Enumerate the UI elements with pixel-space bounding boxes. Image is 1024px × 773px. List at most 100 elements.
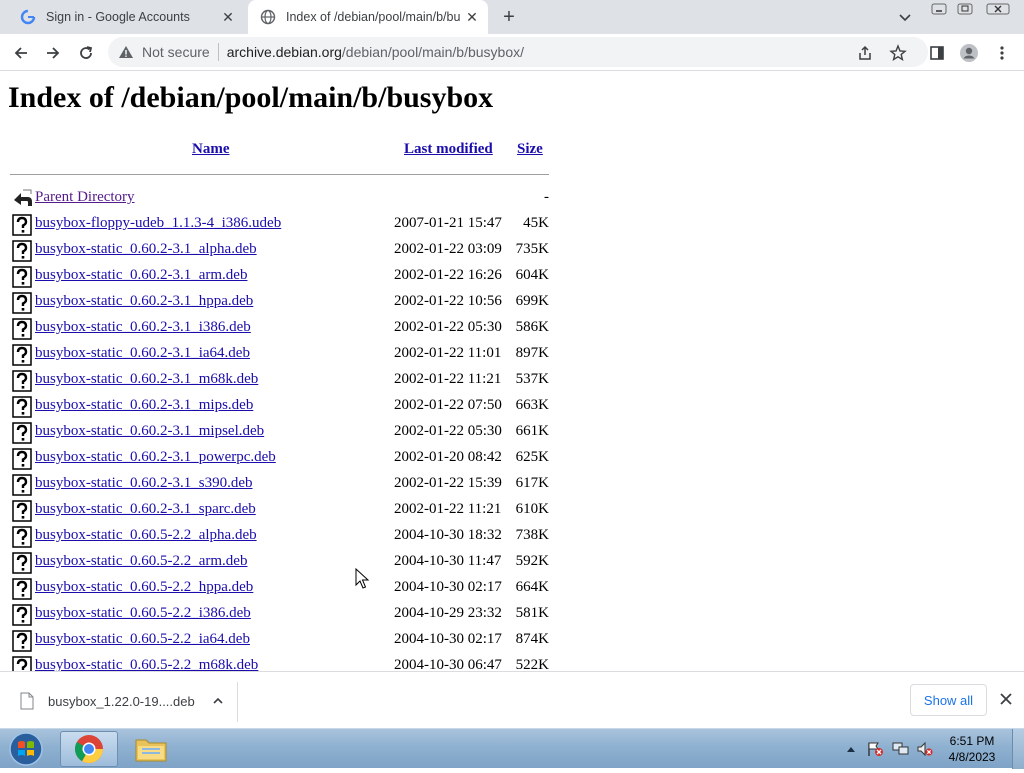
google-g-icon bbox=[20, 9, 36, 25]
restore-icon[interactable] bbox=[954, 0, 976, 18]
file-link[interactable]: busybox-floppy-udeb_1.1.3-4_i386.udeb bbox=[35, 215, 281, 232]
file-link[interactable]: busybox-static_0.60.2-3.1_arm.deb bbox=[35, 267, 247, 284]
address-bar[interactable]: Not secure archive.debian.org/debian/poo… bbox=[108, 37, 928, 67]
size-value: 738K bbox=[515, 527, 549, 543]
divider bbox=[217, 43, 219, 61]
file-link[interactable]: busybox-static_0.60.5-2.2_alpha.deb bbox=[35, 527, 257, 544]
last-modified-value: 2004-10-30 02:17 bbox=[394, 579, 502, 595]
system-clock[interactable]: 6:51 PM 4/8/2023 bbox=[940, 733, 1004, 765]
size-value: 874K bbox=[515, 631, 549, 647]
file-link[interactable]: busybox-static_0.60.5-2.2_i386.deb bbox=[35, 605, 251, 622]
file-icon bbox=[20, 692, 34, 710]
table-row: busybox-static_0.60.5-2.2_hppa.deb 2004-1… bbox=[10, 576, 550, 602]
file-link[interactable]: busybox-static_0.60.5-2.2_ia64.deb bbox=[35, 631, 250, 648]
header-divider bbox=[10, 174, 549, 175]
side-panel-icon[interactable] bbox=[924, 40, 950, 66]
unknown-file-icon bbox=[12, 630, 32, 652]
close-tab-icon[interactable]: ✕ bbox=[218, 7, 238, 27]
table-row: busybox-static_0.60.2-3.1_i386.deb 2002-0… bbox=[10, 316, 550, 342]
size-value: 586K bbox=[515, 319, 549, 335]
file-link[interactable]: busybox-static_0.60.2-3.1_sparc.deb bbox=[35, 501, 256, 518]
kebab-menu-icon[interactable] bbox=[989, 40, 1015, 66]
tab-search-chevron-icon[interactable] bbox=[896, 8, 914, 26]
download-shelf: busybox_1.22.0-19....deb Show all bbox=[0, 671, 1024, 728]
show-all-button[interactable]: Show all bbox=[910, 684, 987, 716]
unknown-file-icon bbox=[12, 552, 32, 574]
last-modified-value: 2002-01-22 11:21 bbox=[394, 501, 502, 517]
windows-start-icon[interactable] bbox=[4, 730, 48, 768]
file-link[interactable]: busybox-static_0.60.2-3.1_i386.deb bbox=[35, 319, 251, 336]
column-header-last-modified[interactable]: Last modified bbox=[404, 141, 493, 158]
show-hidden-icons-icon[interactable] bbox=[843, 741, 859, 757]
tab-debian-index[interactable]: Index of /debian/pool/main/b/bu ✕ bbox=[248, 0, 488, 34]
file-link[interactable]: busybox-static_0.60.2-3.1_hppa.deb bbox=[35, 293, 253, 310]
file-link[interactable]: busybox-static_0.60.5-2.2_hppa.deb bbox=[35, 579, 253, 596]
last-modified-value: 2002-01-22 10:56 bbox=[394, 293, 502, 309]
tab-strip: Sign in - Google Accounts ✕ Index of /de… bbox=[0, 0, 1024, 34]
parent-directory-link[interactable]: Parent Directory bbox=[35, 189, 135, 206]
close-icon[interactable] bbox=[997, 690, 1015, 708]
chrome-icon bbox=[75, 735, 103, 763]
file-link[interactable]: busybox-static_0.60.2-3.1_mips.deb bbox=[35, 397, 253, 414]
table-row: busybox-static_0.60.5-2.2_arm.deb 2004-10… bbox=[10, 550, 550, 576]
forward-arrow-icon[interactable] bbox=[40, 40, 66, 66]
back-arrow-icon[interactable] bbox=[8, 40, 34, 66]
taskbar-file-explorer-button[interactable] bbox=[122, 731, 180, 767]
unknown-file-icon bbox=[12, 396, 32, 418]
tab-title: Sign in - Google Accounts bbox=[46, 10, 190, 24]
file-link[interactable]: busybox-static_0.60.2-3.1_m68k.deb bbox=[35, 371, 258, 388]
close-tab-icon[interactable]: ✕ bbox=[462, 7, 482, 27]
unknown-file-icon bbox=[12, 292, 32, 314]
column-header-name[interactable]: Name bbox=[192, 141, 230, 158]
table-row: busybox-static_0.60.2-3.1_arm.deb 2002-01… bbox=[10, 264, 550, 290]
unknown-file-icon bbox=[12, 266, 32, 288]
file-link[interactable]: busybox-static_0.60.2-3.1_s390.deb bbox=[35, 475, 252, 492]
chevron-up-icon[interactable] bbox=[211, 694, 225, 708]
file-link[interactable]: busybox-static_0.60.2-3.1_powerpc.deb bbox=[35, 449, 276, 466]
file-link[interactable]: busybox-static_0.60.5-2.2_arm.deb bbox=[35, 553, 247, 570]
minimize-icon[interactable] bbox=[928, 0, 950, 18]
file-link[interactable]: busybox-static_0.60.2-3.1_ia64.deb bbox=[35, 345, 250, 362]
download-item[interactable]: busybox_1.22.0-19....deb bbox=[20, 685, 225, 717]
size-value: 664K bbox=[515, 579, 549, 595]
warning-triangle-icon[interactable] bbox=[118, 44, 134, 60]
table-row: busybox-floppy-udeb_1.1.3-4_i386.udeb 200… bbox=[10, 212, 550, 238]
close-window-icon[interactable] bbox=[984, 0, 1012, 18]
size-value: 617K bbox=[515, 475, 549, 491]
windows-taskbar: 6:51 PM 4/8/2023 bbox=[0, 728, 1024, 769]
last-modified-value: 2002-01-22 11:21 bbox=[394, 371, 502, 387]
security-label[interactable]: Not secure bbox=[142, 44, 210, 60]
last-modified-value: 2007-01-21 15:47 bbox=[394, 215, 502, 231]
unknown-file-icon bbox=[12, 474, 32, 496]
last-modified-value: 2002-01-22 07:50 bbox=[394, 397, 502, 413]
unknown-file-icon bbox=[12, 344, 32, 366]
unknown-file-icon bbox=[12, 422, 32, 444]
network-icon[interactable] bbox=[892, 741, 909, 757]
last-modified-value: 2002-01-22 05:30 bbox=[394, 423, 502, 439]
last-modified-value: 2002-01-22 03:09 bbox=[394, 241, 502, 257]
file-link[interactable]: busybox-static_0.60.2-3.1_mipsel.deb bbox=[35, 423, 264, 440]
table-row: busybox-static_0.60.2-3.1_s390.deb 2002-0… bbox=[10, 472, 550, 498]
size-value: 610K bbox=[515, 501, 549, 517]
file-link[interactable]: busybox-static_0.60.2-3.1_alpha.deb bbox=[35, 241, 257, 258]
file-explorer-icon bbox=[135, 739, 167, 762]
tab-google-signin[interactable]: Sign in - Google Accounts ✕ bbox=[8, 0, 244, 34]
action-center-flag-icon[interactable] bbox=[866, 741, 883, 757]
last-modified-value: 2002-01-20 08:42 bbox=[394, 449, 502, 465]
new-tab-button[interactable]: + bbox=[498, 6, 520, 28]
size-value: 45K bbox=[523, 215, 549, 231]
show-desktop-button[interactable] bbox=[1012, 729, 1024, 769]
unknown-file-icon bbox=[12, 656, 32, 671]
table-row: busybox-static_0.60.5-2.2_m68k.deb 2004-1… bbox=[10, 654, 550, 671]
reload-icon[interactable] bbox=[73, 40, 99, 66]
volume-muted-icon[interactable] bbox=[916, 741, 933, 757]
unknown-file-icon bbox=[12, 604, 32, 626]
profile-avatar-icon[interactable] bbox=[956, 40, 982, 66]
bookmark-star-icon[interactable] bbox=[885, 40, 911, 66]
file-link[interactable]: busybox-static_0.60.5-2.2_m68k.deb bbox=[35, 657, 258, 671]
taskbar-chrome-button[interactable] bbox=[60, 731, 118, 767]
size-value: 625K bbox=[515, 449, 549, 465]
share-icon[interactable] bbox=[852, 40, 878, 66]
browser-toolbar: Not secure archive.debian.org/debian/poo… bbox=[0, 34, 1024, 71]
column-header-size[interactable]: Size bbox=[517, 141, 543, 158]
